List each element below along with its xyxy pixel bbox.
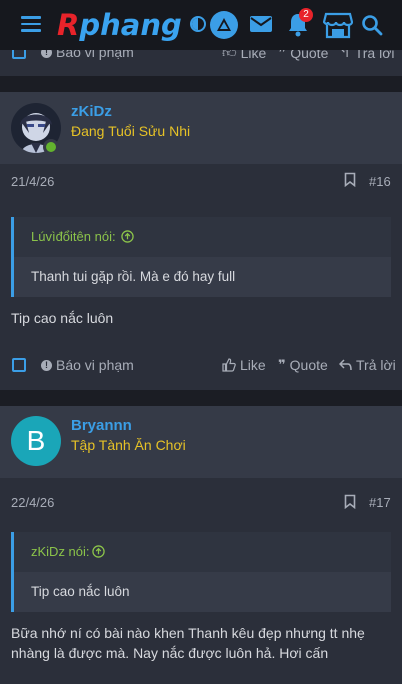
quote-author[interactable]: Lúvìđổitên nói: <box>31 229 116 244</box>
select-checkbox[interactable] <box>12 358 26 372</box>
quote-author[interactable]: zKiDz nói: <box>31 544 90 559</box>
quote-text: Tip cao nắc luôn <box>31 584 130 599</box>
quote-header[interactable]: Lúvìđổitên nói: <box>14 217 391 257</box>
theme-toggle-icon[interactable] <box>190 16 206 32</box>
thumb-up-icon <box>222 358 236 372</box>
user-title: Tập Tành Ăn Chơi <box>71 437 186 453</box>
quote-button[interactable]: ❞ Quote <box>278 357 328 373</box>
triangle-logo-icon[interactable] <box>210 11 238 39</box>
user-title: Đang Tuổi Sửu Nhi <box>71 123 191 139</box>
arrow-up-circle-icon[interactable] <box>92 545 105 558</box>
username[interactable]: zKiDz <box>71 103 112 120</box>
mail-icon[interactable] <box>249 14 273 39</box>
post-message: Tip cao nắc luôn <box>11 310 114 326</box>
quote-block: zKiDz nói: Tip cao nắc luôn <box>11 532 391 612</box>
quote-header[interactable]: zKiDz nói: <box>14 532 391 572</box>
post-meta: 21/4/26 #16 <box>0 164 402 200</box>
avatar[interactable]: B <box>11 416 61 466</box>
page: Rphang 2 !Báo vi phạm 👍︎Like ❞Quote ↰Trả… <box>0 0 402 684</box>
alert-icon: ! <box>41 359 52 371</box>
notification-badge: 2 <box>299 8 313 22</box>
reply-button[interactable]: Trả lời <box>339 357 396 373</box>
post-number[interactable]: #17 <box>369 495 391 510</box>
online-status-icon <box>43 139 59 155</box>
post-body: zKiDz nói: Tip cao nắc luôn Bữa nhớ ní c… <box>0 516 402 684</box>
reply-arrow-icon <box>339 359 352 371</box>
menu-icon[interactable] <box>21 16 41 32</box>
bookmark-icon[interactable] <box>344 172 356 190</box>
post-date[interactable]: 21/4/26 <box>11 174 54 189</box>
post-user-bar: B Bryannn Tập Tành Ăn Chơi <box>0 406 402 478</box>
post-message: Bữa nhớ ní có bài nào khen Thanh kêu đẹp… <box>11 625 365 661</box>
post-date[interactable]: 22/4/26 <box>11 495 54 510</box>
quote-icon: ❞ <box>278 357 286 372</box>
bookmark-icon[interactable] <box>344 494 356 512</box>
like-button[interactable]: Like <box>222 357 266 373</box>
post-user-bar: zKiDz Đang Tuổi Sửu Nhi <box>0 92 402 164</box>
report-button[interactable]: ! Báo vi phạm <box>41 357 134 373</box>
quote-text: Thanh tui gặp rồi. Mà e đó hay full <box>31 269 236 284</box>
post-number[interactable]: #16 <box>369 174 391 189</box>
post-body: Lúvìđổitên nói: Thanh tui gặp rồi. Mà e … <box>0 200 402 340</box>
quote-block: Lúvìđổitên nói: Thanh tui gặp rồi. Mà e … <box>11 217 391 297</box>
post-separator <box>0 76 402 92</box>
store-icon[interactable] <box>322 11 354 44</box>
username[interactable]: Bryannn <box>71 417 132 434</box>
post-actions-bar: ! Báo vi phạm Like ❞ Quote Trả lời <box>0 340 402 390</box>
search-icon[interactable] <box>361 14 383 41</box>
site-logo[interactable]: Rphang <box>57 6 182 44</box>
post-meta: 22/4/26 #17 <box>0 478 402 516</box>
post-separator <box>0 390 402 406</box>
arrow-up-circle-icon[interactable] <box>121 230 134 243</box>
